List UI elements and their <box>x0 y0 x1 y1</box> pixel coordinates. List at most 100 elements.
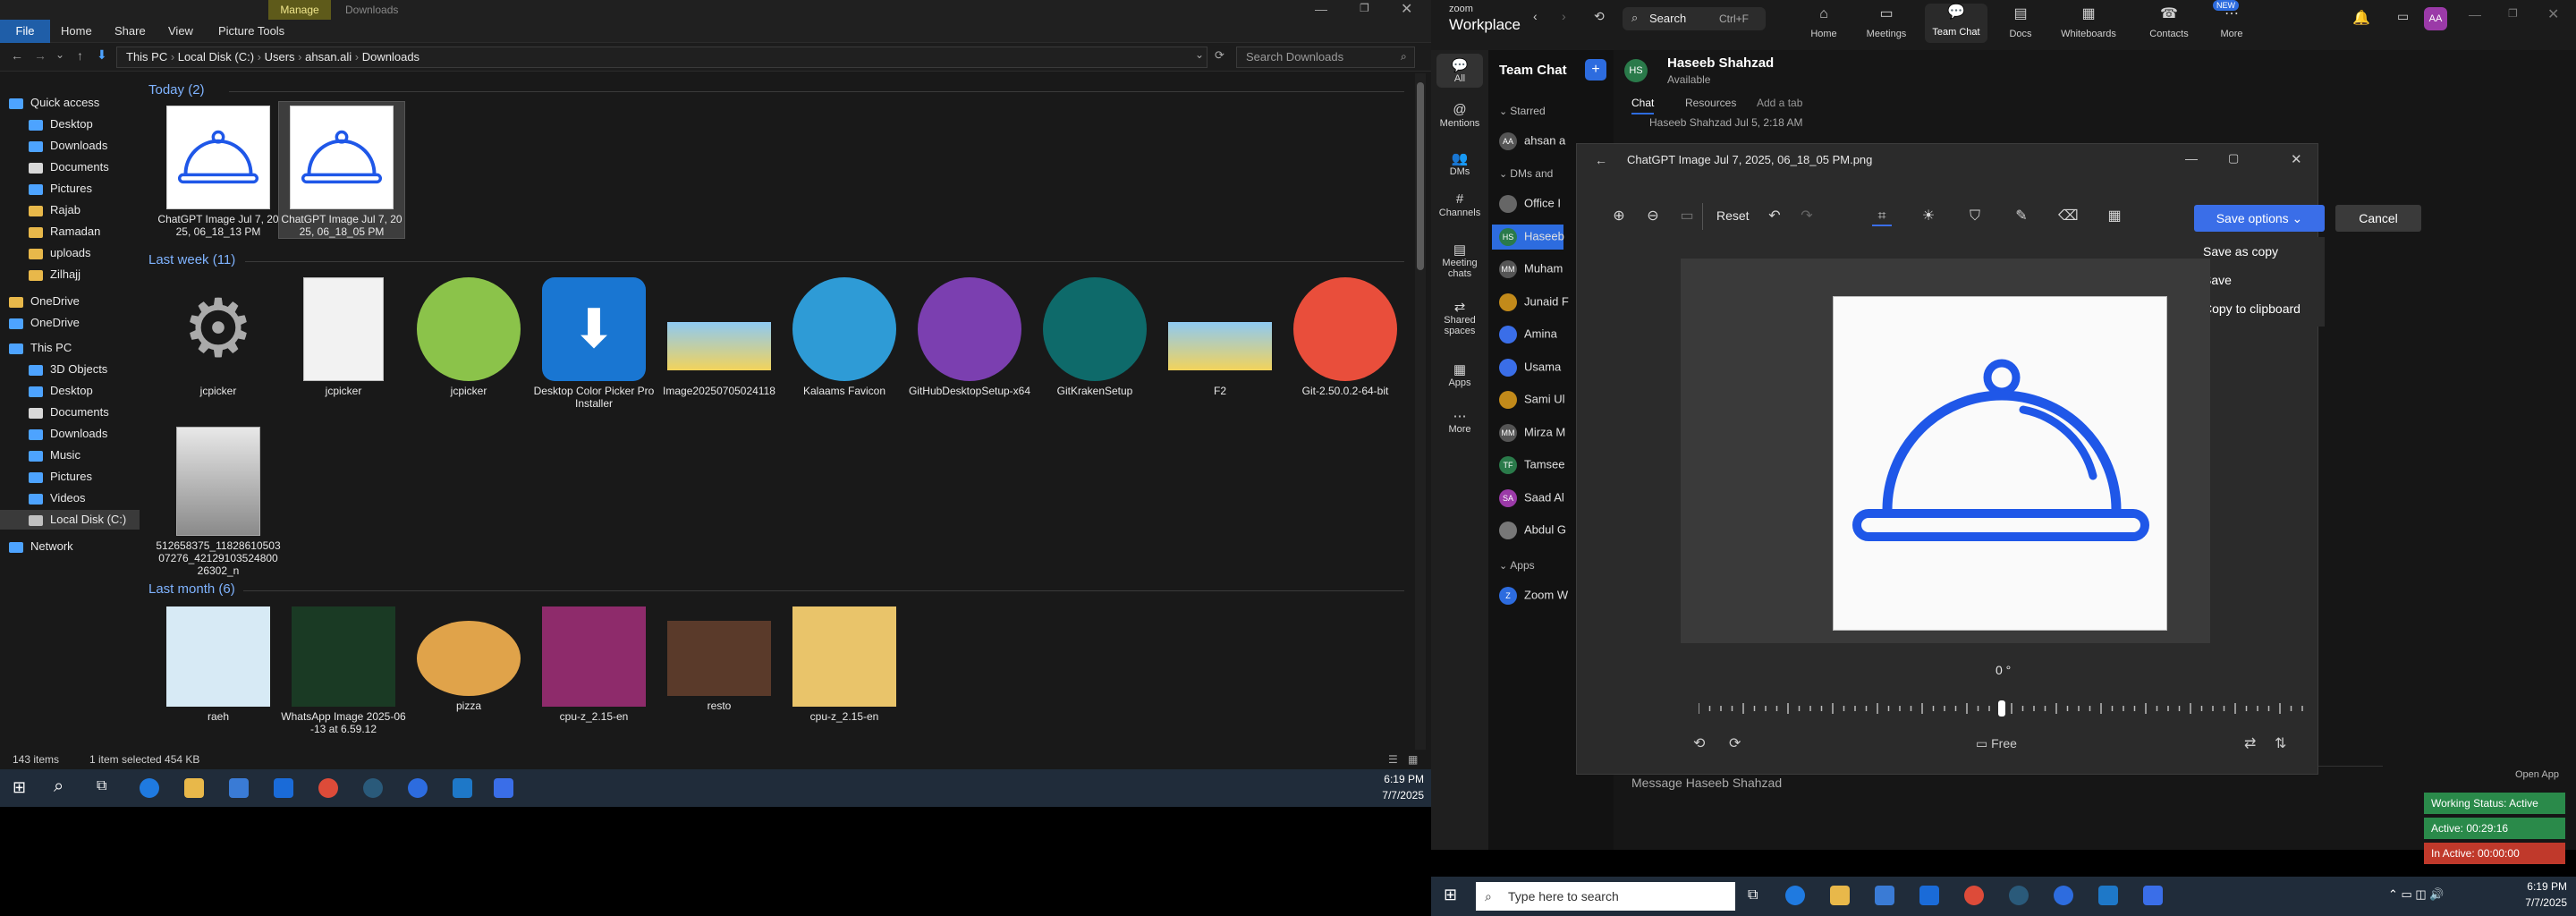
tab-chat[interactable]: Chat <box>1631 97 1655 114</box>
close-icon[interactable]: ✕ <box>2291 151 2302 167</box>
edge-icon[interactable] <box>1785 886 1805 905</box>
search-input[interactable]: Search Downloads <box>1236 47 1415 68</box>
avatar[interactable]: AA <box>2424 7 2447 30</box>
forward-icon[interactable]: › <box>1562 9 1566 23</box>
file-item[interactable]: Kalaams Favicon <box>782 277 907 397</box>
file-item[interactable]: ChatGPT Image Jul 7, 2025, 06_18_05 PM <box>278 101 405 239</box>
zoom-in-icon[interactable]: ⊕ <box>1609 207 1629 226</box>
store-icon[interactable] <box>229 778 249 798</box>
maximize-icon[interactable]: ▢ <box>2228 151 2239 165</box>
windows-start-icon[interactable]: ⊞ <box>13 778 26 797</box>
address-dropdown-icon[interactable]: ⌄ <box>1195 48 1204 61</box>
rotation-slider[interactable] <box>1699 700 2307 717</box>
minimize-icon[interactable]: — <box>2185 151 2198 165</box>
erase-icon[interactable]: ⌫ <box>2058 207 2079 226</box>
markup-icon[interactable]: ✎ <box>2012 207 2031 226</box>
tab-home[interactable]: Home <box>61 20 92 43</box>
file-item[interactable]: jcpicker <box>281 277 406 397</box>
zoom-nav-more[interactable]: ⋯ More <box>2200 5 2263 39</box>
back-icon[interactable]: ← <box>1595 153 1607 167</box>
file-item[interactable]: 512658375_1182861050307276_4212910352480… <box>156 427 281 577</box>
nav-item-zilhajj[interactable]: Zilhajj <box>29 265 140 284</box>
left-nav-more[interactable]: ⋯ More <box>1431 408 1488 435</box>
profile-card-icon[interactable]: ▭ <box>2397 9 2409 24</box>
zoom-icon[interactable] <box>408 778 428 798</box>
nav-item-ramadan[interactable]: Ramadan <box>29 222 140 242</box>
color-picker-icon[interactable] <box>494 778 513 798</box>
nav-item-documents[interactable]: Documents <box>29 157 140 177</box>
chrome-icon[interactable] <box>318 778 338 798</box>
forward-icon[interactable]: → <box>34 48 47 63</box>
list-item[interactable]: MM Mirza M <box>1499 423 1565 442</box>
crumb-downloads[interactable]: Downloads <box>362 50 419 64</box>
nav-item-local-disk-c-[interactable]: Local Disk (C:) <box>0 510 140 530</box>
crop-icon[interactable]: ⌗ <box>1872 207 1892 226</box>
refresh-icon[interactable]: ⟳ <box>1215 48 1224 63</box>
large-icons-view-icon[interactable]: ▦ <box>1408 750 1418 769</box>
list-item[interactable]: Abdul G <box>1499 522 1566 539</box>
open-app-link[interactable]: Open App <box>2515 769 2559 780</box>
maximize-icon[interactable]: ❐ <box>2508 7 2518 20</box>
tab-file[interactable]: File <box>0 20 50 43</box>
slider-thumb[interactable] <box>1998 700 2005 717</box>
file-item[interactable]: cpu-z_2.15-en <box>782 606 907 723</box>
image-preview[interactable] <box>1833 296 2167 631</box>
list-item[interactable]: Junaid F <box>1499 293 1569 311</box>
file-item[interactable]: jcpicker <box>406 277 531 397</box>
file-item[interactable]: Image20250705024118 <box>657 277 782 397</box>
minimize-icon[interactable]: — <box>1315 2 1327 16</box>
address-field[interactable]: This PC › Local Disk (C:) › Users › ahsa… <box>116 47 1208 68</box>
starred-section[interactable]: ⌄ Starred <box>1499 104 1546 117</box>
group-header[interactable]: Last month (6) <box>148 581 235 597</box>
nav-item-downloads[interactable]: Downloads <box>29 424 140 444</box>
zoom-nav-meetings[interactable]: ▭ Meetings <box>1855 5 1918 39</box>
chat-user-name[interactable]: Haseeb Shahzad <box>1667 55 1774 71</box>
list-item[interactable]: Usama <box>1499 358 1561 377</box>
zoom-search-input[interactable]: ⌕ Search Ctrl+F <box>1623 7 1766 30</box>
list-item[interactable]: Office I <box>1499 195 1561 213</box>
file-item[interactable]: resto <box>657 606 782 712</box>
file-item[interactable]: ⚙ jcpicker <box>156 277 281 397</box>
back-icon[interactable]: ← <box>11 48 23 63</box>
fit-icon[interactable]: ▭ <box>1677 207 1697 226</box>
new-chat-button[interactable]: + <box>1585 59 1606 81</box>
file-item[interactable]: pizza <box>406 606 531 712</box>
reset-button[interactable]: Reset <box>1716 208 1750 223</box>
store-icon[interactable] <box>1875 886 1894 905</box>
rotate-left-icon[interactable]: ⟲ <box>1693 734 1705 752</box>
zoom-nav-docs[interactable]: ▤ Docs <box>1989 5 2052 39</box>
nav-item-this-pc[interactable]: This PC <box>9 338 140 358</box>
crumb-user[interactable]: ahsan.ali <box>305 50 352 64</box>
nav-item-desktop[interactable]: Desktop <box>29 381 140 401</box>
recent-dropdown-icon[interactable]: ⌄ <box>55 48 64 61</box>
group-header[interactable]: Today (2) <box>148 82 205 98</box>
background-icon[interactable]: ▦ <box>2105 207 2124 226</box>
zoom-out-icon[interactable]: ⊖ <box>1643 207 1663 226</box>
clock-time[interactable]: 6:19 PM <box>2510 880 2567 893</box>
nav-item-onedrive[interactable]: OneDrive <box>9 292 140 311</box>
edge-icon[interactable] <box>140 778 159 798</box>
file-item[interactable]: raeh <box>156 606 281 723</box>
flip-vertical-icon[interactable]: ⇅ <box>2275 734 2286 752</box>
save-as-copy-item[interactable]: Save as copy <box>2203 244 2278 259</box>
tab-share[interactable]: Share <box>114 20 146 43</box>
file-item[interactable]: F2 <box>1157 277 1283 397</box>
rotate-right-icon[interactable]: ⟳ <box>1729 734 1741 752</box>
mail-icon[interactable] <box>274 778 293 798</box>
manage-tab[interactable]: Manage <box>268 0 331 20</box>
file-item[interactable]: WhatsApp Image 2025-06-13 at 6.59.12 <box>281 606 406 735</box>
add-tab[interactable]: Add a tab <box>1757 97 1802 109</box>
clock-date[interactable]: 7/7/2025 <box>2510 896 2567 909</box>
nav-item-music[interactable]: Music <box>29 445 140 465</box>
scrollbar-thumb[interactable] <box>1417 82 1424 270</box>
left-nav-all[interactable]: 💬 All <box>1436 54 1483 88</box>
zoom-nav-contacts[interactable]: ☎ Contacts <box>2138 5 2200 39</box>
left-nav-dms[interactable]: 👥 DMs <box>1431 150 1488 177</box>
nav-item-quick-access[interactable]: Quick access <box>9 93 140 113</box>
crumb-users[interactable]: Users <box>265 50 295 64</box>
close-icon[interactable]: ✕ <box>1401 0 1412 18</box>
history-icon[interactable]: ⟲ <box>1594 9 1605 24</box>
nav-item-onedrive[interactable]: OneDrive <box>9 313 140 333</box>
scrollbar[interactable] <box>1415 73 1426 750</box>
zoom-nav-team-chat[interactable]: 💬 Team Chat <box>1925 4 1987 43</box>
